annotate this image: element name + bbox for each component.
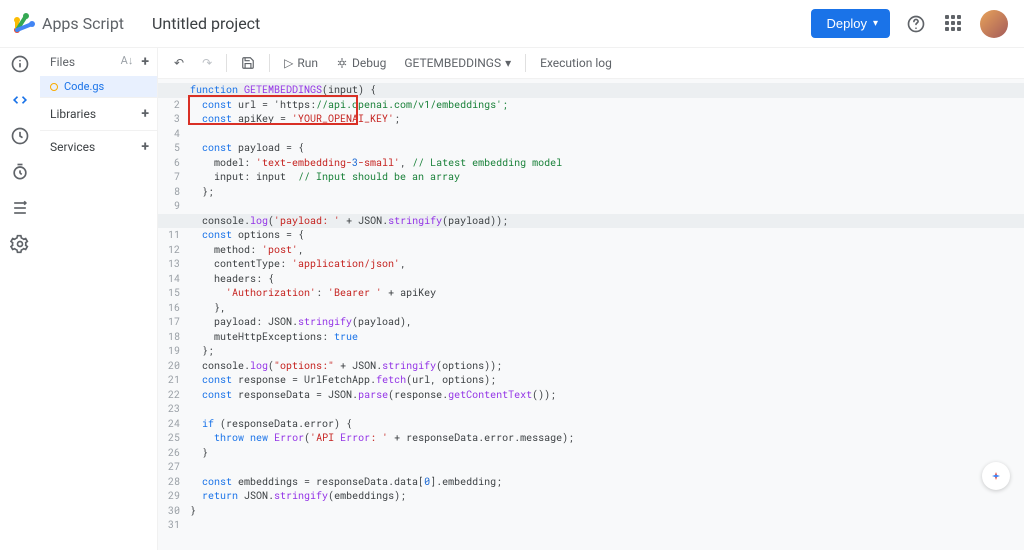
save-icon[interactable] bbox=[233, 52, 263, 74]
apps-script-logo-icon bbox=[12, 12, 36, 36]
app-header: Apps Script Untitled project Deploy▾ bbox=[0, 0, 1024, 48]
services-heading: Services bbox=[50, 140, 95, 154]
editor-toolbar: ↶ ↷ ▷ Run Debug GETEMBEDDINGS ▾ Executio… bbox=[158, 48, 1024, 79]
function-select[interactable]: GETEMBEDDINGS ▾ bbox=[396, 52, 519, 74]
editor-icon[interactable] bbox=[10, 90, 30, 110]
account-avatar[interactable] bbox=[980, 10, 1008, 38]
sort-icon[interactable]: A↓ bbox=[121, 54, 134, 70]
code-editor[interactable]: 1234567891011121314151617181920212223242… bbox=[158, 79, 1024, 550]
files-sidebar: Files A↓ + Code.gs Libraries + Services … bbox=[40, 48, 158, 550]
triggers-icon[interactable] bbox=[10, 162, 30, 182]
product-name: Apps Script bbox=[42, 14, 124, 33]
file-item-code-gs[interactable]: Code.gs bbox=[40, 76, 157, 97]
execution-log-button[interactable]: Execution log bbox=[532, 52, 620, 74]
history-icon[interactable] bbox=[10, 126, 30, 146]
highlight-annotation bbox=[188, 95, 358, 125]
deploy-button[interactable]: Deploy▾ bbox=[811, 9, 891, 38]
chevron-down-icon: ▾ bbox=[873, 18, 878, 29]
run-button[interactable]: ▷ Run bbox=[276, 52, 326, 74]
executions-icon[interactable] bbox=[10, 198, 30, 218]
add-file-icon[interactable]: + bbox=[141, 54, 149, 70]
debug-button[interactable]: Debug bbox=[328, 52, 394, 74]
line-gutter: 1234567891011121314151617181920212223242… bbox=[158, 79, 186, 550]
main-area: ↶ ↷ ▷ Run Debug GETEMBEDDINGS ▾ Executio… bbox=[158, 48, 1024, 550]
add-library-icon[interactable]: + bbox=[141, 106, 149, 122]
files-heading: Files bbox=[50, 55, 75, 69]
apps-grid-icon[interactable] bbox=[942, 12, 966, 36]
file-status-icon bbox=[50, 83, 58, 91]
add-service-icon[interactable]: + bbox=[141, 139, 149, 155]
code-content[interactable]: function GETEMBEDDINGS(input) { const ur… bbox=[186, 79, 1024, 550]
undo-icon[interactable]: ↶ bbox=[166, 52, 192, 74]
info-icon[interactable] bbox=[10, 54, 30, 74]
left-icon-rail bbox=[0, 48, 40, 550]
product-logo: Apps Script bbox=[12, 12, 124, 36]
project-title[interactable]: Untitled project bbox=[152, 14, 260, 33]
help-icon[interactable] bbox=[904, 12, 928, 36]
libraries-heading: Libraries bbox=[50, 107, 96, 121]
redo-icon[interactable]: ↷ bbox=[194, 52, 220, 74]
settings-icon[interactable] bbox=[10, 234, 30, 254]
